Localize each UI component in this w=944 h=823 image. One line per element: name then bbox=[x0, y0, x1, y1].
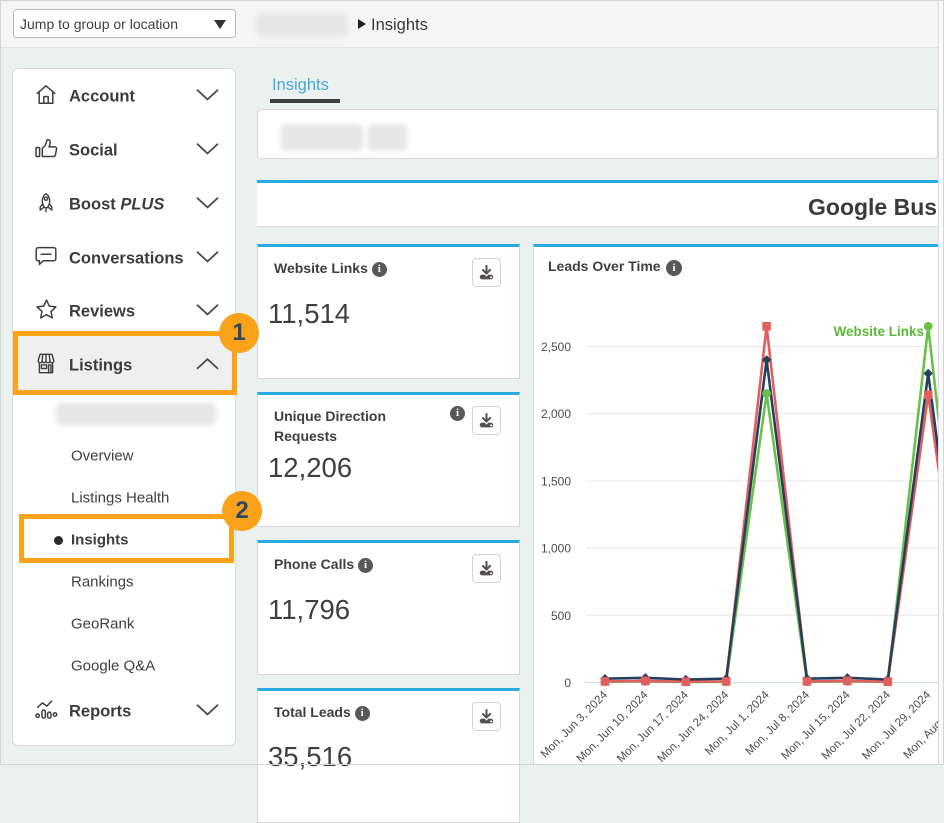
svg-text:Mon, Jun 3, 2024: Mon, Jun 3, 2024 bbox=[539, 688, 611, 760]
svg-text:Mon, Jul 29, 2024: Mon, Jul 29, 2024 bbox=[860, 688, 934, 762]
svg-text:Mon, Jul 22, 2024: Mon, Jul 22, 2024 bbox=[820, 688, 894, 762]
svg-text:2,000: 2,000 bbox=[541, 407, 571, 421]
svg-text:0: 0 bbox=[564, 676, 571, 690]
svg-text:Mon, Jun 17, 2024: Mon, Jun 17, 2024 bbox=[615, 688, 691, 764]
svg-text:1,000: 1,000 bbox=[541, 541, 571, 555]
svg-text:Mon, Jun 24, 2024: Mon, Jun 24, 2024 bbox=[655, 688, 731, 764]
svg-text:Website Links: Website Links bbox=[833, 324, 924, 339]
svg-text:Mon, Jul 15, 2024: Mon, Jul 15, 2024 bbox=[779, 688, 853, 762]
svg-text:500: 500 bbox=[551, 608, 571, 622]
svg-text:Mon, Jun 10, 2024: Mon, Jun 10, 2024 bbox=[575, 688, 651, 764]
svg-text:2,500: 2,500 bbox=[541, 340, 571, 354]
svg-text:1,500: 1,500 bbox=[541, 474, 571, 488]
